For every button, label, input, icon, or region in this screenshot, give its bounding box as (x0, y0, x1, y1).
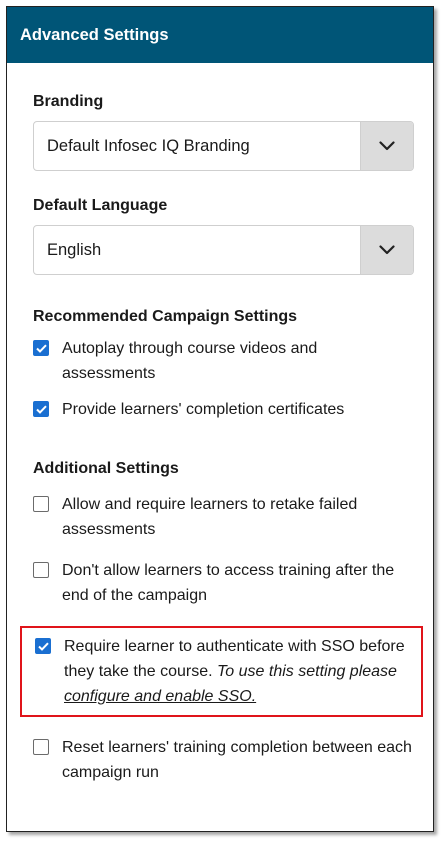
language-label: Default Language (33, 197, 168, 214)
reset-completion-option: Reset learners' training completion betw… (33, 735, 414, 785)
advanced-settings-panel: Advanced Settings Branding Default Infos… (6, 6, 434, 832)
certificates-checkbox[interactable] (33, 401, 49, 417)
retake-label: Allow and require learners to retake fai… (62, 496, 358, 538)
recommended-settings-label: Recommended Campaign Settings (33, 308, 298, 325)
autoplay-option: Autoplay through course videos and asses… (33, 336, 414, 386)
autoplay-checkbox[interactable] (33, 340, 49, 356)
reset-completion-checkbox[interactable] (33, 739, 49, 755)
panel-title: Advanced Settings (20, 25, 169, 44)
panel-header: Advanced Settings (7, 7, 433, 63)
branding-label: Branding (33, 93, 104, 110)
configure-sso-link[interactable]: configure and enable SSO. (64, 688, 256, 705)
additional-settings-label: Additional Settings (33, 460, 179, 477)
restrict-access-option: Don't allow learners to access training … (33, 558, 414, 608)
branding-select[interactable]: Default Infosec IQ Branding (33, 121, 414, 171)
reset-completion-label: Reset learners' training completion betw… (62, 739, 412, 781)
certificates-label: Provide learners' completion certificate… (62, 401, 345, 418)
sso-checkbox[interactable] (35, 638, 51, 654)
retake-checkbox[interactable] (33, 496, 49, 512)
language-select-value: English (47, 240, 102, 259)
restrict-access-checkbox[interactable] (33, 562, 49, 578)
sso-note: To use this setting please (216, 663, 397, 680)
language-select[interactable]: English (33, 225, 414, 275)
panel-content: Branding Default Infosec IQ Branding Def… (7, 93, 433, 785)
checkmark-icon (37, 642, 49, 651)
branding-select-value: Default Infosec IQ Branding (47, 136, 250, 155)
chevron-down-icon (379, 245, 395, 255)
sso-label-group: Require learner to authenticate with SSO… (64, 634, 412, 709)
chevron-down-icon (379, 141, 395, 151)
sso-option: Require learner to authenticate with SSO… (35, 634, 412, 709)
checkmark-icon (35, 344, 47, 353)
restrict-access-label: Don't allow learners to access training … (62, 562, 395, 604)
branding-dropdown-button[interactable] (360, 122, 413, 170)
certificates-option: Provide learners' completion certificate… (33, 397, 414, 422)
sso-highlight-box: Require learner to authenticate with SSO… (20, 626, 423, 717)
retake-option: Allow and require learners to retake fai… (33, 492, 414, 542)
autoplay-label: Autoplay through course videos and asses… (62, 340, 318, 382)
checkmark-icon (35, 405, 47, 414)
language-dropdown-button[interactable] (360, 226, 413, 274)
